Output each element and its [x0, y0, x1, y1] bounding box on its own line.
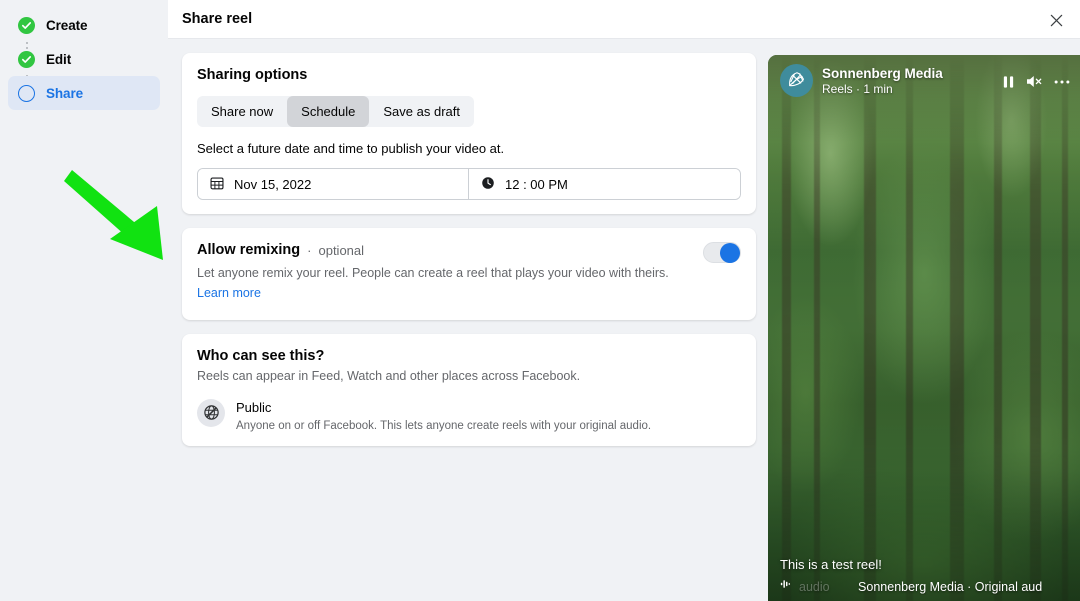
optional-label: optional — [318, 242, 365, 258]
clock-icon — [481, 176, 495, 193]
sidebar-step-label: Share — [46, 85, 84, 101]
speaker-muted-icon[interactable] — [1026, 74, 1043, 89]
globe-icon — [197, 398, 225, 427]
time-value: 12 : 00 PM — [505, 176, 568, 192]
separator-dot: · — [307, 242, 312, 258]
pause-icon[interactable] — [1002, 75, 1015, 89]
privacy-option-description: Anyone on or off Facebook. This lets any… — [236, 419, 652, 432]
sidebar-step-edit[interactable]: Edit — [8, 42, 160, 76]
calendar-icon — [210, 176, 224, 193]
empty-circle-icon — [18, 84, 35, 102]
audio-wave-icon — [780, 577, 792, 595]
preview-account-name: Sonnenberg Media — [822, 65, 943, 81]
tab-save-as-draft[interactable]: Save as draft — [369, 96, 474, 127]
settings-column: Sharing options Share now Schedule Save … — [182, 53, 756, 587]
preview-controls — [1002, 72, 1070, 89]
reel-preview[interactable]: Sonnenberg Media Reels · 1 min This is a… — [768, 55, 1080, 601]
allow-remixing-toggle[interactable] — [703, 242, 741, 263]
preview-gradient-overlay — [768, 55, 1080, 601]
tab-share-now[interactable]: Share now — [197, 96, 287, 127]
brand-logo-icon — [788, 71, 804, 86]
visibility-description: Reels can appear in Feed, Watch and othe… — [197, 368, 581, 383]
step-sidebar: Create Edit Share — [0, 0, 168, 601]
preview-meta: Reels · 1 min — [822, 81, 893, 96]
preview-header: Sonnenberg Media Reels · 1 min — [768, 55, 1080, 97]
close-icon[interactable] — [1041, 5, 1071, 35]
dialog-header: Share reel — [168, 0, 1080, 39]
check-circle-icon — [18, 16, 35, 34]
visibility-title: Who can see this? — [197, 347, 325, 364]
privacy-option-name: Public — [236, 399, 272, 415]
schedule-helper-text: Select a future date and time to publish… — [197, 141, 505, 156]
time-picker-field[interactable]: 12 : 00 PM — [469, 169, 740, 199]
sidebar-step-create[interactable]: Create — [8, 8, 160, 42]
sidebar-step-label: Edit — [46, 51, 72, 67]
sharing-options-title: Sharing options — [197, 67, 308, 83]
allow-remixing-header: Allow remixing · optional — [197, 242, 741, 258]
schedule-fields: Nov 15, 2022 12 : 00 PM — [197, 168, 741, 200]
sharing-options-card: Sharing options Share now Schedule Save … — [182, 53, 756, 214]
date-picker-field[interactable]: Nov 15, 2022 — [198, 169, 469, 199]
more-options-icon[interactable] — [1054, 79, 1070, 85]
sidebar-step-label: Create — [46, 17, 88, 33]
page-title: Share reel — [182, 11, 253, 27]
share-reel-dialog: Create Edit Share Share reel Sharing opt… — [0, 0, 1080, 601]
allow-remixing-title: Allow remixing — [197, 242, 301, 258]
preview-caption: This is a test reel! — [780, 557, 882, 572]
allow-remixing-description: Let anyone remix your reel. People can c… — [197, 266, 669, 280]
preview-audio-text: Sonnenberg Media · Original aud — [858, 579, 1043, 594]
sidebar-step-share[interactable]: Share — [8, 76, 160, 110]
allow-remixing-card: Allow remixing · optional Let anyone rem… — [182, 228, 756, 320]
preview-audio-row: audio Sonnenberg Media · Original aud — [780, 577, 1068, 595]
preview-account-info: Sonnenberg Media Reels · 1 min — [822, 66, 993, 96]
privacy-option-public[interactable]: Public Anyone on or off Facebook. This l… — [197, 398, 741, 432]
visibility-card: Who can see this? Reels can appear in Fe… — [182, 333, 756, 446]
toggle-knob — [720, 242, 740, 263]
tab-schedule[interactable]: Schedule — [287, 96, 370, 127]
preview-audio-marquee: audio Sonnenberg Media · Original aud — [799, 578, 1068, 595]
check-circle-icon — [18, 50, 35, 68]
preview-audio-ghost-text: audio — [799, 579, 830, 594]
learn-more-link[interactable]: Learn more — [197, 286, 261, 300]
preview-footer: This is a test reel! audio Sonnenberg Me… — [768, 557, 1080, 595]
date-value: Nov 15, 2022 — [234, 176, 312, 192]
avatar[interactable] — [780, 64, 813, 97]
sharing-mode-segmented-control: Share now Schedule Save as draft — [197, 96, 474, 127]
